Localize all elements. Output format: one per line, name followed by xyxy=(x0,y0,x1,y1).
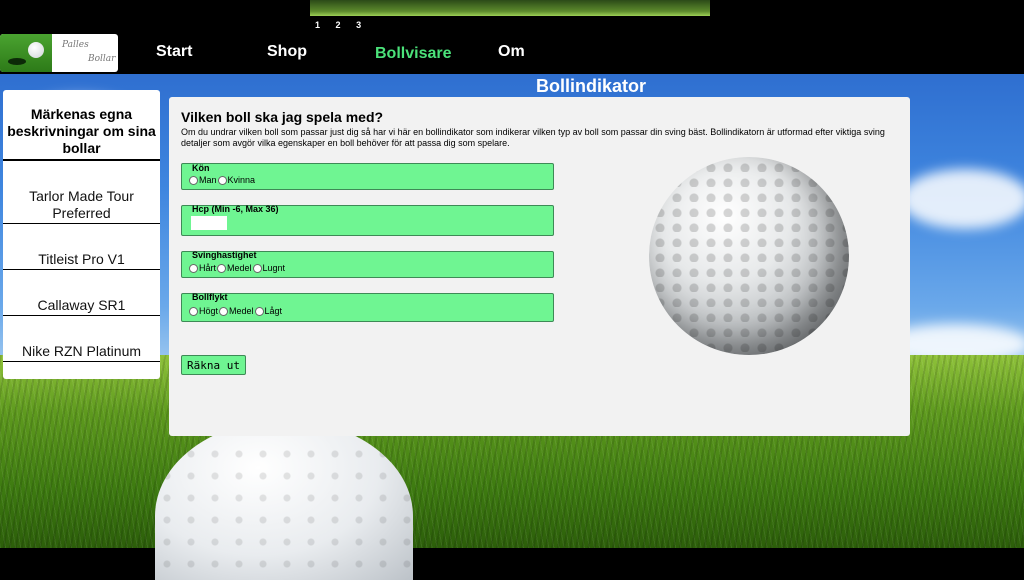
logo[interactable]: Palles Bollar xyxy=(0,34,118,72)
flight-high-label: Högt xyxy=(199,306,219,316)
flight-medium-radio[interactable] xyxy=(219,306,229,316)
nav-start[interactable]: Start xyxy=(156,43,192,61)
calculate-button[interactable]: Räkna ut xyxy=(181,355,246,375)
slideshow-banner xyxy=(310,0,710,16)
slide-1-link[interactable]: 1 xyxy=(315,20,320,30)
swing-calm-radio[interactable] xyxy=(252,263,262,273)
flight-low-radio[interactable] xyxy=(254,306,264,316)
sidebar-item-callaway[interactable]: Callaway SR1 xyxy=(3,297,160,316)
swing-calm-label: Lugnt xyxy=(262,263,286,273)
logo-text: Palles Bollar xyxy=(58,38,116,66)
swing-speed-options: Hårt Medel Lugnt xyxy=(189,263,286,273)
sidebar-item-titleist[interactable]: Titleist Pro V1 xyxy=(3,251,160,270)
flight-medium-label: Medel xyxy=(229,306,254,316)
slide-3-link[interactable]: 3 xyxy=(356,20,361,30)
swing-speed-legend: Svinghastighet xyxy=(192,250,257,260)
sidebar-item-taylormade[interactable]: Tarlor Made Tour Preferred xyxy=(3,188,160,224)
logo-text-line-1: Palles xyxy=(62,40,89,50)
page-title: Bollindikator xyxy=(536,76,647,96)
logo-hole-icon xyxy=(8,58,26,65)
swing-hard-radio[interactable] xyxy=(189,263,198,273)
nav-om[interactable]: Om xyxy=(498,43,525,61)
logo-text-line-2: Bollar xyxy=(88,54,116,64)
slideshow-pager: 1 2 3 xyxy=(315,20,374,30)
form-title: Vilken boll ska jag spela med? xyxy=(181,109,384,125)
gender-kvinna-radio[interactable] xyxy=(217,175,227,185)
swing-hard-label: Hårt xyxy=(199,263,217,273)
golf-ball-image xyxy=(649,157,849,355)
logo-ball-icon xyxy=(28,42,44,58)
gender-kvinna-label: Kvinna xyxy=(227,175,256,185)
flight-high-radio[interactable] xyxy=(189,306,198,316)
sidebar-title: Märkenas egna beskrivningar om sina boll… xyxy=(3,106,160,161)
ball-flight-legend: Bollflykt xyxy=(192,292,228,302)
swing-medium-label: Medel xyxy=(227,263,252,273)
hcp-legend: Hcp (Min -6, Max 36) xyxy=(192,204,279,214)
flight-low-label: Lågt xyxy=(264,306,283,316)
nav-bollvisare[interactable]: Bollvisare xyxy=(375,45,451,63)
gender-fieldset: Kön Man Kvinna xyxy=(181,163,554,190)
sidebar: Märkenas egna beskrivningar om sina boll… xyxy=(3,90,160,379)
gender-legend: Kön xyxy=(192,163,210,173)
swing-medium-radio[interactable] xyxy=(217,263,227,273)
gender-options: Man Kvinna xyxy=(189,175,256,185)
hcp-input[interactable] xyxy=(191,216,227,230)
ball-flight-options: Högt Medel Lågt xyxy=(189,306,283,316)
ball-indicator-panel: Vilken boll ska jag spela med? Om du und… xyxy=(169,97,910,436)
form-description: Om du undrar vilken boll som passar just… xyxy=(181,127,885,148)
logo-green-area xyxy=(0,34,52,72)
swing-speed-fieldset: Svinghastighet Hårt Medel Lugnt xyxy=(181,250,554,278)
top-bar: 1 2 3 Palles Bollar Start Shop Bollvisar… xyxy=(0,0,1024,74)
nav-shop[interactable]: Shop xyxy=(267,43,307,61)
gender-man-radio[interactable] xyxy=(189,175,198,185)
gender-man-label: Man xyxy=(199,175,217,185)
sidebar-item-nike[interactable]: Nike RZN Platinum xyxy=(3,343,160,362)
slide-2-link[interactable]: 2 xyxy=(336,20,341,30)
ball-flight-fieldset: Bollflykt Högt Medel Lågt xyxy=(181,292,554,322)
hcp-fieldset: Hcp (Min -6, Max 36) xyxy=(181,204,554,236)
